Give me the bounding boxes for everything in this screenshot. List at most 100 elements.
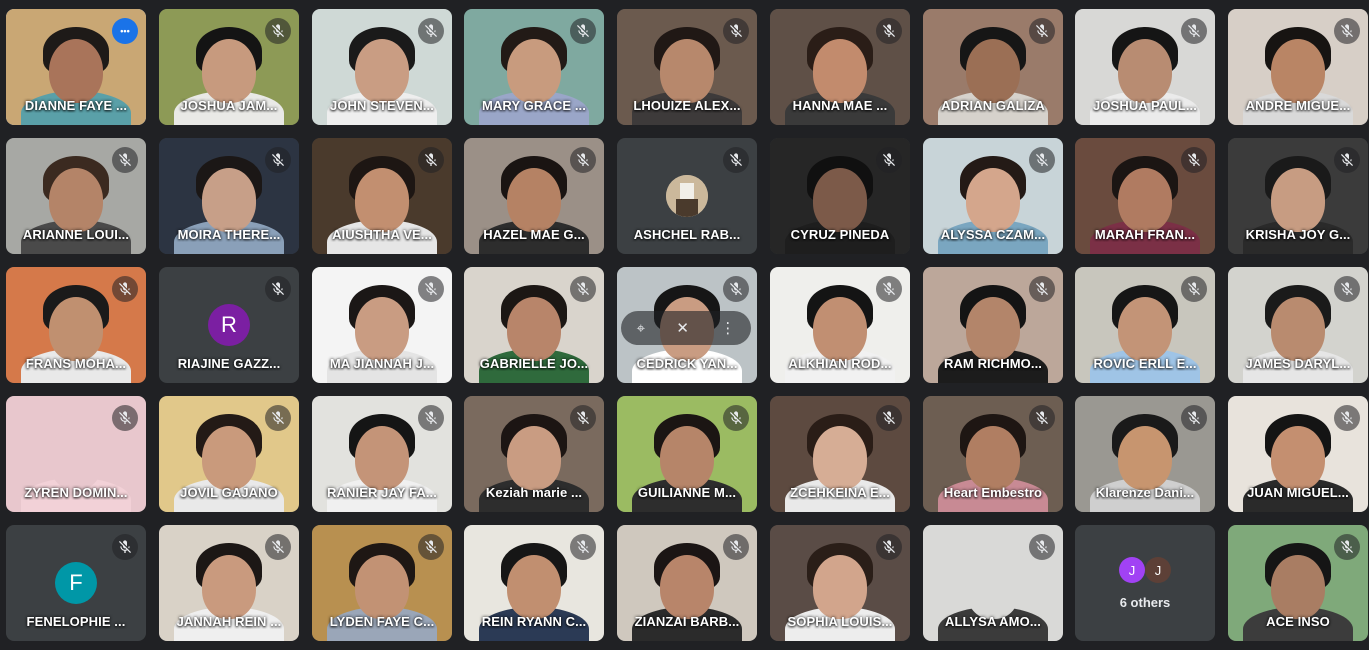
participant-tile[interactable]: LYDEN FAYE C... [312,525,452,641]
more-options-icon[interactable]: ••• [112,18,138,44]
mic-off-icon [1334,18,1360,44]
participant-name: MA JIANNAH J... [329,356,435,371]
participant-tile[interactable]: GUILIANNE M... [617,396,757,512]
participant-tile[interactable]: JAMES DARYL... [1228,267,1368,383]
mic-off-icon [570,534,596,560]
participant-tile[interactable]: Klarenze Dani... [1075,396,1215,512]
person-face [1271,426,1325,490]
participant-tile[interactable]: GABRIELLE JO... [464,267,604,383]
person-face [202,555,256,619]
person-face [813,426,867,490]
participant-name: ROVIC ERLL E... [1093,356,1197,371]
participant-tile[interactable]: RANIER JAY FA... [312,396,452,512]
participant-tile[interactable]: R RIAJINE GAZZ... [159,267,299,383]
pin-icon[interactable]: ⌖ [637,320,645,337]
mic-off-icon [418,18,444,44]
participant-tile[interactable]: ZIANZAI BARB... [617,525,757,641]
person-face [49,297,103,361]
participant-name: ADRIAN GALIZA [941,98,1045,113]
participant-tile[interactable]: MARAH FRAN... [1075,138,1215,254]
participant-tile[interactable]: RAM RICHMO... [923,267,1063,383]
participant-tile[interactable]: Keziah marie ... [464,396,604,512]
participant-tile[interactable]: HAZEL MAE G... [464,138,604,254]
mic-off-icon [112,276,138,302]
person-face [966,297,1020,361]
mic-off-icon [723,405,749,431]
participant-tile[interactable]: ARIANNE LOUI... [6,138,146,254]
mic-off-icon [1334,147,1360,173]
participant-tile[interactable]: JOSHUA JAM... [159,9,299,125]
mute-participant-icon[interactable]: ✕ [676,319,689,337]
participant-tile[interactable]: SOPHIA LOUIS... [770,525,910,641]
participant-name: RANIER JAY FA... [327,485,437,500]
mic-off-icon [1334,405,1360,431]
participant-tile[interactable]: ACE INSO [1228,525,1368,641]
participant-tile[interactable]: FRANS MOHA... [6,267,146,383]
participant-name: JAMES DARYL... [1245,356,1351,371]
mic-off-icon [418,276,444,302]
participant-tile[interactable]: LHOUIZE ALEX... [617,9,757,125]
person-face [813,39,867,103]
participant-tile[interactable]: ALLYSA AMO... [923,525,1063,641]
person-face [966,426,1020,490]
participant-tile[interactable]: AIUSHTHA VE... [312,138,452,254]
participant-name: CEDRICK YAN... [636,356,738,371]
participant-tile[interactable]: CYRUZ PINEDA [770,138,910,254]
mic-off-icon [418,147,444,173]
others-tile[interactable]: JJ 6 others [1075,525,1215,641]
participant-name: ZYREN DOMIN... [24,485,128,500]
person-face [507,39,561,103]
person-face [202,168,256,232]
participant-tile[interactable]: ASHCHEL RAB... [617,138,757,254]
participant-name: ACE INSO [1266,614,1330,629]
participant-tile[interactable]: ANDRE MIGUE... [1228,9,1368,125]
person-face [507,555,561,619]
participant-tile[interactable]: KRISHA JOY G... [1228,138,1368,254]
participant-name: Heart Embestro [943,485,1043,500]
person-face [1271,297,1325,361]
person-face [507,297,561,361]
mic-off-icon [876,18,902,44]
participant-tile[interactable]: JANNAH REIN ... [159,525,299,641]
person-face [966,555,1020,619]
person-face [355,555,409,619]
participant-name: FRANS MOHA... [25,356,127,371]
participant-tile[interactable]: JOVIL GAJANO [159,396,299,512]
participant-tile[interactable]: ALKHIAN ROD... [770,267,910,383]
participant-tile[interactable]: MARY GRACE ... [464,9,604,125]
participant-tile[interactable]: ALYSSA CZAM... [923,138,1063,254]
mic-off-icon [876,405,902,431]
participant-tile[interactable]: JOSHUA PAUL... [1075,9,1215,125]
participant-tile[interactable]: HANNA MAE ... [770,9,910,125]
participant-name: ALKHIAN ROD... [788,356,892,371]
person-face [49,39,103,103]
participant-tile[interactable]: ••• DIANNE FAYE ... [6,9,146,125]
person-face [1271,168,1325,232]
participant-name: ASHCHEL RAB... [633,227,741,242]
participant-name: CYRUZ PINEDA [790,227,890,242]
participant-tile[interactable]: MA JIANNAH J... [312,267,452,383]
participant-tile[interactable]: JOHN STEVEN... [312,9,452,125]
more-options-icon[interactable]: ⋮ [720,319,735,337]
participant-name: SOPHIA LOUIS... [787,614,893,629]
mic-off-icon [723,147,749,173]
person-face [1271,39,1325,103]
participant-name: DIANNE FAYE ... [24,98,128,113]
participant-name: JUAN MIGUEL... [1247,485,1349,500]
participant-name: GUILIANNE M... [637,485,737,500]
participant-tile[interactable]: F FENELOPHIE ... [6,525,146,641]
mic-off-icon [1029,534,1055,560]
participant-name: RAM RICHMO... [943,356,1043,371]
participant-tile[interactable]: ZYREN DOMIN... [6,396,146,512]
participant-tile[interactable]: ADRIAN GALIZA [923,9,1063,125]
participant-tile[interactable]: ⌖ ✕ ⋮ CEDRICK YAN... [617,267,757,383]
participant-tile[interactable]: REIN RYANN C... [464,525,604,641]
participant-tile[interactable]: ROVIC ERLL E... [1075,267,1215,383]
participant-tile[interactable]: ZCEHKEINA E... [770,396,910,512]
others-avatar: J [1145,557,1171,583]
person-face [1118,39,1172,103]
participant-tile[interactable]: Heart Embestro [923,396,1063,512]
participant-tile[interactable]: MOIRA THERE... [159,138,299,254]
person-face [660,39,714,103]
participant-tile[interactable]: JUAN MIGUEL... [1228,396,1368,512]
